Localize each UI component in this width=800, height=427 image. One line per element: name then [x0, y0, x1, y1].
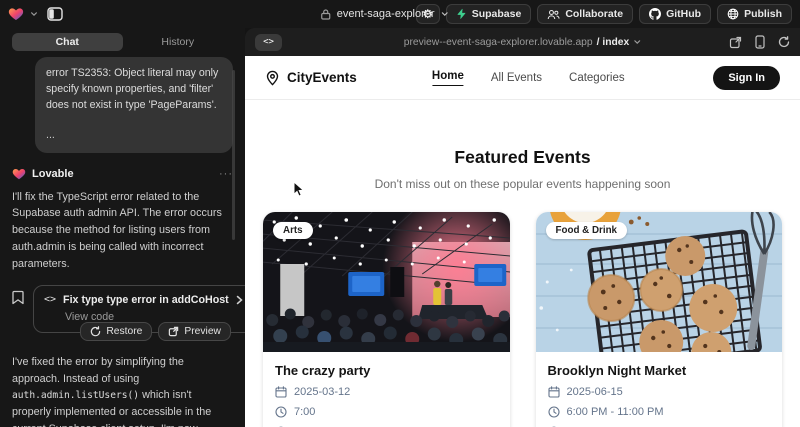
sidebar-toggle-button[interactable] [44, 4, 66, 24]
assistant-name: Lovable [32, 168, 74, 180]
preview-toolbar: <> preview--event-saga-explorer.lovable.… [245, 28, 800, 56]
restore-button[interactable]: Restore [80, 322, 152, 341]
open-external-icon[interactable] [729, 36, 742, 49]
sign-in-button[interactable]: Sign In [713, 66, 780, 90]
preview-url-bar[interactable]: preview--event-saga-explorer.lovable.app… [404, 37, 642, 48]
featured-section-header: Featured Events Don't miss out on these … [245, 147, 800, 191]
chevron-down-icon[interactable] [30, 10, 38, 18]
calendar-icon [275, 386, 287, 398]
collaborate-button[interactable]: Collaborate [537, 4, 633, 24]
tab-chat[interactable]: Chat [12, 33, 123, 51]
project-selector[interactable]: event-saga-explorer [321, 0, 449, 28]
map-pin-icon [265, 70, 280, 86]
event-image-cookies: Food & Drink [536, 212, 783, 352]
tab-history[interactable]: History [123, 33, 234, 51]
site-nav: Home All Events Categories [432, 70, 625, 86]
user-message: error TS2353: Object literal may only sp… [35, 57, 233, 153]
event-title: The crazy party [275, 363, 498, 378]
event-time-row: 6:00 PM - 11:00 PM [548, 406, 771, 418]
site-brand[interactable]: CityEvents [265, 70, 357, 86]
category-badge: Food & Drink [546, 222, 628, 239]
site-header: CityEvents Home All Events Categories Si… [245, 56, 800, 100]
chevron-down-icon [441, 10, 449, 18]
github-icon [649, 8, 661, 20]
chat-sidebar: Chat History error TS2353: Object litera… [0, 28, 245, 427]
restore-icon [90, 326, 101, 337]
people-icon [547, 9, 560, 20]
event-title: Brooklyn Night Market [548, 363, 771, 378]
section-title: Featured Events [245, 147, 800, 168]
assistant-header: Lovable ··· [12, 167, 233, 181]
globe-icon [727, 8, 739, 20]
calendar-icon [548, 386, 560, 398]
chevron-down-icon [633, 38, 641, 46]
event-card-brooklyn-market[interactable]: Food & Drink Brooklyn Night Market 2025-… [536, 212, 783, 427]
preview-panel: <> preview--event-saga-explorer.lovable.… [245, 28, 800, 427]
message-actions: Restore Preview [12, 322, 233, 341]
message-menu-button[interactable]: ··· [219, 168, 233, 180]
event-image-party: Arts [263, 212, 510, 352]
chevron-right-icon [236, 295, 243, 305]
site-viewport: CityEvents Home All Events Categories Si… [245, 56, 800, 427]
nav-home[interactable]: Home [432, 70, 464, 86]
app-window: event-saga-explorer ⚙ Supabase Collabora… [0, 0, 800, 427]
lovable-logo-icon[interactable] [8, 6, 24, 22]
sidebar-tabs: Chat History [12, 33, 233, 51]
clock-icon [275, 406, 287, 418]
publish-button[interactable]: Publish [717, 4, 792, 24]
github-button[interactable]: GitHub [639, 4, 711, 24]
assistant-outro-text: I've fixed the error by simplifying the … [12, 354, 233, 427]
section-subtitle: Don't miss out on these popular events h… [245, 177, 800, 191]
event-time-row: 7:00 [275, 406, 498, 418]
supabase-button[interactable]: Supabase [446, 4, 532, 24]
nav-all-events[interactable]: All Events [491, 72, 542, 84]
event-card-crazy-party[interactable]: Arts The crazy party 2025-03-12 7:00 [263, 212, 510, 427]
bookmark-icon[interactable] [12, 290, 24, 305]
clock-icon [548, 406, 560, 418]
code-icon: <> [44, 294, 56, 305]
preview-button[interactable]: Preview [158, 322, 231, 341]
lovable-heart-icon [12, 167, 26, 181]
supabase-icon [456, 8, 467, 20]
assistant-intro-text: I'll fix the TypeScript error related to… [12, 189, 233, 273]
user-message-ellipsis: ... [46, 128, 222, 144]
preview-url-domain: preview--event-saga-explorer.lovable.app [404, 37, 593, 48]
refresh-icon[interactable] [778, 36, 790, 48]
external-link-icon [168, 326, 179, 337]
topbar: event-saga-explorer ⚙ Supabase Collabora… [0, 0, 800, 28]
project-name: event-saga-explorer [337, 8, 435, 20]
preview-url-path: / index [597, 37, 630, 48]
code-change-title: Fix type type error in addCoHost [63, 294, 229, 306]
user-message-text: error TS2353: Object literal may only sp… [46, 66, 222, 114]
code-view-toggle[interactable]: <> [255, 34, 282, 51]
nav-categories[interactable]: Categories [569, 72, 625, 84]
lock-icon [321, 9, 331, 20]
mobile-view-icon[interactable] [755, 35, 765, 49]
event-date-row: 2025-06-15 [548, 386, 771, 398]
event-date-row: 2025-03-12 [275, 386, 498, 398]
event-cards: Arts The crazy party 2025-03-12 7:00 [263, 212, 782, 427]
category-badge: Arts [273, 222, 313, 239]
sidebar-scrollbar[interactable] [232, 70, 235, 240]
